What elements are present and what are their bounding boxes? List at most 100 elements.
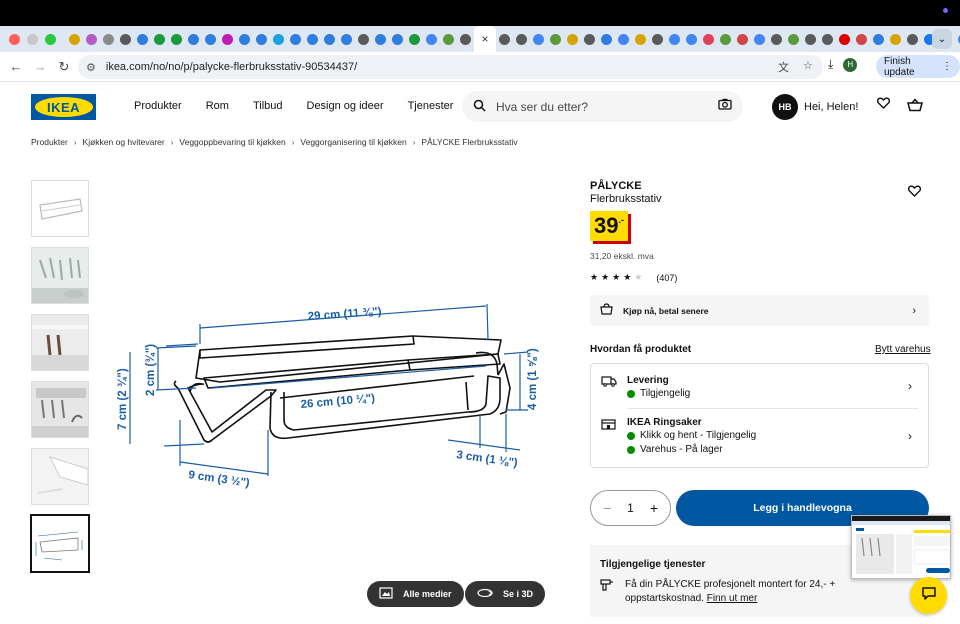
browser-tab[interactable] — [768, 26, 785, 52]
thumbnail-kitchen[interactable] — [31, 381, 89, 438]
browser-tab[interactable] — [338, 26, 355, 52]
shopping-cart-icon[interactable] — [907, 98, 923, 112]
thumbnail-glasses[interactable] — [31, 247, 89, 304]
forward-button[interactable]: → — [28, 59, 52, 74]
product-rating[interactable]: ★ ★ ★ ★ ★ (407) — [590, 272, 677, 283]
user-greeting[interactable]: Hei, Helen! — [804, 101, 858, 113]
browser-tab[interactable] — [734, 26, 751, 52]
add-to-favourites-icon[interactable] — [907, 185, 922, 200]
browser-tab[interactable] — [598, 26, 615, 52]
browser-tab[interactable] — [202, 26, 219, 52]
browser-tab[interactable] — [151, 26, 168, 52]
browser-tab[interactable] — [853, 26, 870, 52]
user-avatar[interactable]: HB — [772, 94, 798, 120]
favourites-icon[interactable] — [876, 97, 891, 112]
browser-tab[interactable] — [355, 26, 372, 52]
view-3d-button[interactable]: Se i 3D — [465, 581, 546, 607]
browser-tab[interactable] — [423, 26, 440, 52]
chat-support-button[interactable] — [910, 577, 947, 614]
translate-icon[interactable]: 文 — [778, 59, 789, 75]
thumbnail-dimensions[interactable] — [30, 514, 90, 573]
thumbnail-wall-mounted[interactable] — [31, 314, 89, 371]
browser-tab[interactable] — [304, 26, 321, 52]
browser-tab[interactable] — [666, 26, 683, 52]
browser-tab[interactable] — [564, 26, 581, 52]
browser-tab[interactable] — [389, 26, 406, 52]
browser-tab[interactable] — [887, 26, 904, 52]
thumbnail-product[interactable] — [31, 180, 89, 237]
browser-tab[interactable] — [955, 26, 960, 52]
thumbnail-detail[interactable] — [31, 448, 89, 505]
picture-in-picture-preview[interactable] — [851, 515, 951, 579]
browser-tab[interactable] — [836, 26, 853, 52]
all-media-button[interactable]: Alle medier — [367, 581, 464, 607]
browser-tab[interactable] — [496, 26, 513, 52]
decrease-quantity-button[interactable]: − — [603, 500, 611, 516]
download-icon[interactable]: ⤓ — [828, 57, 833, 72]
browser-tab[interactable] — [236, 26, 253, 52]
find-out-more-link[interactable]: Finn ut mer — [707, 593, 758, 604]
browser-tab[interactable] — [802, 26, 819, 52]
maximize-window-button[interactable] — [45, 33, 56, 45]
browser-tab[interactable] — [100, 26, 117, 52]
browser-tab[interactable] — [219, 26, 236, 52]
browser-tab[interactable] — [134, 26, 151, 52]
browser-tab[interactable] — [870, 26, 887, 52]
browser-tab[interactable] — [547, 26, 564, 52]
browser-tab[interactable] — [819, 26, 836, 52]
close-window-button[interactable] — [9, 33, 20, 45]
nav-produkter[interactable]: Produkter — [134, 100, 182, 112]
quantity-value[interactable]: 1 — [627, 501, 634, 515]
buy-now-pay-later-row[interactable]: Kjøp nå, betal senere › — [590, 295, 929, 326]
browser-tab[interactable] — [372, 26, 389, 52]
reload-button[interactable]: ↻ — [52, 59, 76, 75]
browser-tab[interactable] — [406, 26, 423, 52]
search-bar[interactable]: Hva ser du etter? — [462, 91, 743, 122]
browser-tab[interactable] — [615, 26, 632, 52]
url-field[interactable]: ⚙ ikea.com/no/no/p/palycke-flerbruksstat… — [78, 55, 823, 79]
site-info-icon[interactable]: ⚙ — [86, 61, 96, 74]
breadcrumb-item[interactable]: Kjøkken og hvitevarer — [83, 137, 165, 147]
browser-tab[interactable] — [581, 26, 598, 52]
browser-tab[interactable] — [168, 26, 185, 52]
browser-tab[interactable] — [785, 26, 802, 52]
browser-tab[interactable] — [117, 26, 134, 52]
browser-tab[interactable] — [287, 26, 304, 52]
back-button[interactable]: ← — [4, 59, 28, 74]
breadcrumb-item[interactable]: Veggorganisering til kjøkken — [300, 137, 406, 147]
nav-tjenester[interactable]: Tjenester — [408, 100, 454, 112]
browser-tab[interactable] — [717, 26, 734, 52]
breadcrumb-item[interactable]: Produkter — [31, 137, 68, 147]
browser-tab[interactable] — [632, 26, 649, 52]
ikea-logo[interactable]: IKEA — [31, 94, 96, 120]
minimize-window-button[interactable] — [27, 33, 38, 45]
browser-tab[interactable] — [513, 26, 530, 52]
browser-tab[interactable] — [530, 26, 547, 52]
browser-tab[interactable] — [66, 26, 83, 52]
delivery-option-row[interactable]: Levering Tilgjengelig › — [591, 364, 928, 408]
increase-quantity-button[interactable]: + — [650, 500, 658, 516]
browser-tab[interactable] — [321, 26, 338, 52]
nav-design[interactable]: Design og ideer — [307, 100, 384, 112]
store-option-row[interactable]: IKEA Ringsaker Klikk og hent - Tilgjenge… — [591, 409, 928, 467]
browser-tab[interactable] — [185, 26, 202, 52]
browser-tab[interactable] — [440, 26, 457, 52]
browser-tab[interactable] — [751, 26, 768, 52]
nav-tilbud[interactable]: Tilbud — [253, 100, 283, 112]
change-store-link[interactable]: Bytt varehus — [875, 344, 931, 355]
bookmark-star-icon[interactable]: ☆ — [803, 59, 813, 75]
active-tab[interactable]: × — [474, 26, 496, 52]
browser-tab[interactable] — [457, 26, 474, 52]
profile-avatar[interactable]: H — [843, 57, 858, 72]
browser-tab[interactable] — [700, 26, 717, 52]
breadcrumb-item[interactable]: Veggoppbevaring til kjøkken — [179, 137, 285, 147]
finish-update-button[interactable]: Finish update ⋮ — [876, 55, 960, 78]
browser-tab[interactable] — [904, 26, 921, 52]
browser-tab[interactable] — [683, 26, 700, 52]
browser-tab[interactable] — [270, 26, 287, 52]
close-tab-icon[interactable]: × — [481, 32, 488, 46]
nav-rom[interactable]: Rom — [206, 100, 229, 112]
browser-tab[interactable] — [649, 26, 666, 52]
browser-tab[interactable] — [83, 26, 100, 52]
camera-search-icon[interactable] — [718, 98, 732, 113]
